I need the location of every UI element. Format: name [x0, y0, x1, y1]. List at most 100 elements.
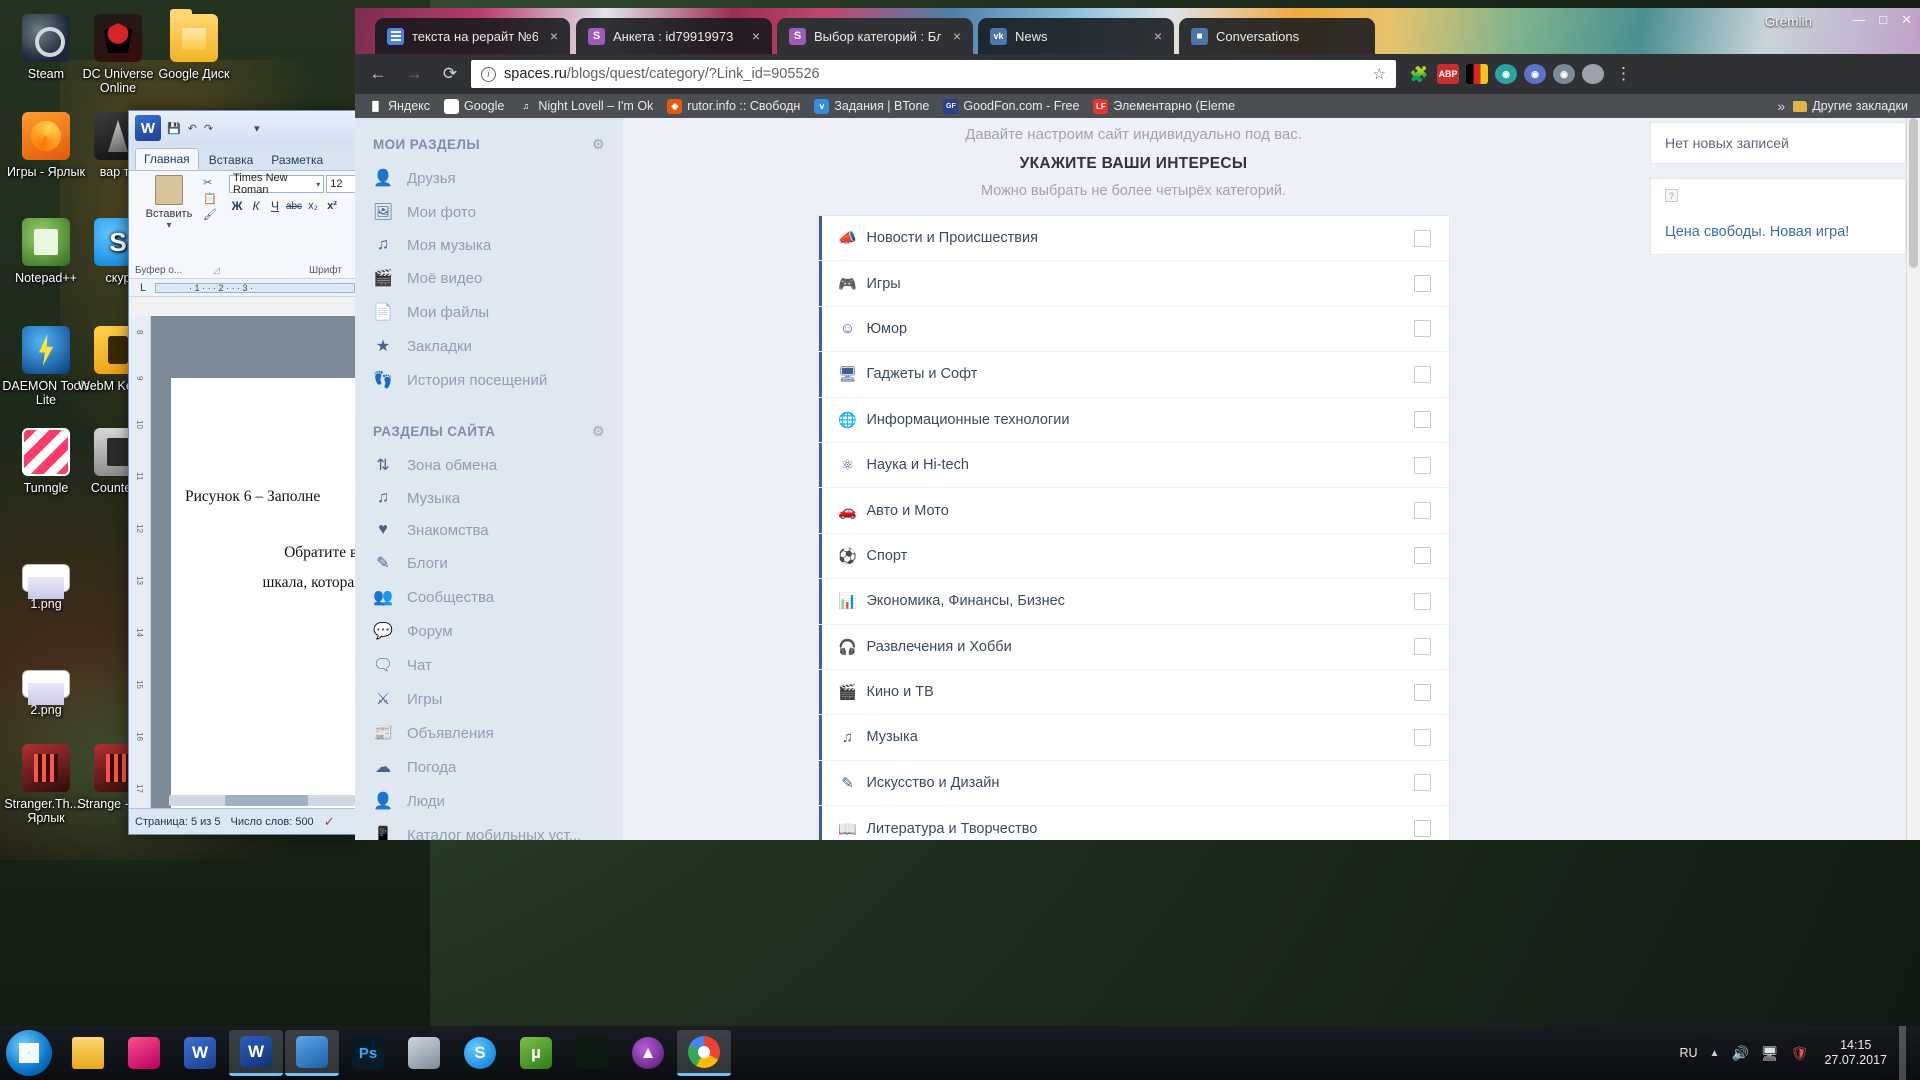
show-hidden-icons-button[interactable]: ▲	[1710, 1048, 1720, 1059]
bookmark-google[interactable]: G Google	[437, 95, 511, 117]
taskbar-utorrent[interactable]: µ	[509, 1030, 563, 1076]
taskbar-triangle-app[interactable]: ▲	[621, 1030, 675, 1076]
show-desktop-button[interactable]	[1899, 1026, 1906, 1080]
tab-glavnaya[interactable]: Главная	[135, 148, 199, 170]
word-horizontal-scrollbar[interactable]	[169, 795, 355, 806]
strikethrough-button[interactable]: abc	[286, 198, 302, 214]
language-indicator[interactable]: RU	[1679, 1046, 1697, 1060]
gear-icon[interactable]: ⚙	[592, 423, 605, 440]
category-checkbox[interactable]	[1413, 638, 1431, 656]
bookmark-yandex[interactable]: █ Яндекс	[361, 95, 437, 117]
tab-stop-selector[interactable]: L	[131, 282, 155, 294]
browser-menu-button[interactable]: ⋮	[1611, 64, 1636, 84]
close-icon[interactable]: ×	[949, 29, 965, 43]
font-size-select[interactable]: 12	[326, 175, 357, 193]
gear-icon[interactable]: ⚙	[592, 136, 605, 153]
category-checkbox[interactable]	[1413, 456, 1431, 474]
bookmark-goodfon[interactable]: GF GoodFon.com - Free	[936, 95, 1086, 117]
bold-button[interactable]: Ж	[229, 198, 245, 214]
category-sport[interactable]: ⚽ Спорт	[818, 533, 1449, 580]
category-gadzhety[interactable]: 🖥 Гаджеты и Софт	[818, 352, 1449, 398]
web-page-viewport[interactable]: МОИ РАЗДЕЛЫ ⚙ 👤 Друзья 🖼 Мои фото ♫ Моя муз…	[355, 118, 1920, 840]
extension-avatar-icon[interactable]	[1582, 64, 1604, 84]
copy-icon[interactable]: 📋	[203, 193, 217, 205]
sidebar-item-forum[interactable]: 💬 Форум	[355, 614, 623, 648]
category-kino[interactable]: 🎬 Кино и ТВ	[818, 669, 1449, 716]
customize-qat-icon[interactable]: ▾	[254, 122, 260, 135]
minimize-button[interactable]: —	[1852, 12, 1865, 28]
reload-button[interactable]: ⟳	[435, 59, 465, 89]
sidebar-item-moya-muzyka[interactable]: ♫ Моя музыка	[355, 229, 623, 261]
extension-gray-icon[interactable]: ◉	[1553, 64, 1575, 84]
category-ekonomika[interactable]: 📊 Экономика, Финансы, Бизнес	[818, 579, 1449, 625]
format-painter-icon[interactable]: 🖌	[203, 209, 217, 221]
tab-vybor-kategoriy[interactable]: S Выбор категорий : Блог ×	[777, 18, 973, 54]
browser-navigation-bar[interactable]: ← → ⟳ i spaces.ru/blogs/quest/category/?…	[355, 54, 1920, 94]
category-checkbox[interactable]	[1413, 365, 1431, 383]
close-button[interactable]: ✕	[1901, 12, 1912, 28]
sidebar-item-istoriya[interactable]: 👣 История посещений	[355, 363, 623, 397]
sidebar-item-igry[interactable]: ⚔ Игры	[355, 682, 623, 716]
close-icon[interactable]: ×	[546, 29, 562, 43]
sidebar-item-druzya[interactable]: 👤 Друзья	[355, 161, 623, 195]
category-checkbox[interactable]	[1413, 592, 1431, 610]
sidebar-item-katalog[interactable]: 📱 Каталог мобильных уст...	[355, 818, 623, 841]
extensions-bar[interactable]: 🧩 ABP ◉ ◉ ◉ ⋮	[1402, 64, 1636, 84]
category-checkbox[interactable]	[1413, 275, 1431, 293]
tab-anketa[interactable]: S Анкета : id79919973 ×	[576, 18, 772, 54]
word-page[interactable]: Рисунок 6 – Заполне Обратите вни шкала, …	[171, 378, 359, 808]
taskbar-chrome[interactable]	[677, 1030, 731, 1076]
taskbar-terminal[interactable]	[565, 1030, 619, 1076]
category-checkbox[interactable]	[1413, 683, 1431, 701]
tab-text-rewrite[interactable]: текста на рерайт №6 - G ×	[375, 18, 570, 54]
extension-blue-icon[interactable]: ◉	[1524, 64, 1546, 84]
category-checkbox[interactable]	[1413, 728, 1431, 746]
taskbar-word-1[interactable]: W	[173, 1030, 227, 1076]
font-name-select[interactable]: Times New Roman ▾	[229, 172, 325, 196]
undo-icon[interactable]: ↶	[188, 122, 197, 135]
paste-dropdown-icon[interactable]: ▾	[135, 220, 203, 231]
sidebar-item-obyavleniya[interactable]: 📰 Объявления	[355, 716, 623, 750]
underline-button[interactable]: Ч	[267, 198, 283, 214]
bookmarks-bar[interactable]: █ Яндекс G Google ♫ Night Lovell – I'm Ok ◆…	[355, 94, 1920, 118]
superscript-button[interactable]: x²	[324, 198, 340, 214]
sidebar-item-zakladki[interactable]: ★ Закладки	[355, 329, 623, 363]
cut-icon[interactable]: ✂	[203, 177, 212, 189]
sidebar-item-lyudi[interactable]: 👤 Люди	[355, 784, 623, 818]
word-document-text[interactable]: Рисунок 6 – Заполне Обратите вни шкала, …	[185, 482, 359, 598]
sidebar-item-zona-obmena[interactable]: ⇅ Зона обмена	[355, 448, 623, 482]
category-checkbox[interactable]	[1413, 547, 1431, 565]
taskbar-monitor[interactable]	[397, 1030, 451, 1076]
system-tray[interactable]: RU ▲ 🔊 🖥 🛡 14:15 27.07.2017	[1679, 1026, 1914, 1080]
bookmark-rutor-info[interactable]: ◆ rutor.info :: Свободн	[660, 95, 807, 117]
category-checkbox[interactable]	[1413, 411, 1431, 429]
promo-link[interactable]: Цена свободы. Новая игра!	[1665, 202, 1891, 240]
word-titlebar[interactable]: W 💾 ↶ ↷ ▾	[129, 111, 359, 145]
tab-razmetka[interactable]: Разметка	[263, 150, 331, 170]
category-checkbox[interactable]	[1413, 229, 1431, 247]
taskbar-skype[interactable]: S	[453, 1030, 507, 1076]
word-quick-access-toolbar[interactable]: 💾 ↶ ↷ ▾	[167, 122, 260, 135]
bookmark-elementarno[interactable]: LF Элементарно (Eleme	[1086, 95, 1242, 117]
word-window[interactable]: W 💾 ↶ ↷ ▾ Главная Вставка Разметка Встав…	[128, 110, 360, 835]
taskbar-explorer[interactable]	[61, 1030, 115, 1076]
chrome-browser-window[interactable]: текста на рерайт №6 - G × S Анкета : id7…	[355, 8, 1920, 840]
windows-taskbar[interactable]: W W Ps S µ ▲ RU ▲ 🔊 🖥 🛡 14:15 27.07.2017	[0, 1026, 1920, 1080]
desktop-icon-2-png[interactable]: 2.png	[0, 658, 92, 717]
extension-adblock-icon[interactable]: ABP	[1437, 64, 1459, 84]
redo-icon[interactable]: ↷	[204, 122, 213, 135]
promo-card[interactable]: ? Цена свободы. Новая игра!	[1650, 178, 1906, 255]
sidebar-item-znakomstva[interactable]: ♥ Знакомства	[355, 514, 623, 546]
category-razvlecheniya[interactable]: 🎧 Развлечения и Хобби	[818, 624, 1449, 670]
sidebar-item-moe-video[interactable]: 🎬 Моё видео	[355, 261, 623, 295]
bookmark-zadaniya-btope[interactable]: v Задания | BTone	[807, 95, 936, 117]
sidebar-item-muzyka[interactable]: ♫ Музыка	[355, 482, 623, 514]
word-document-area[interactable]: 8 9 10 11 12 13 14 15 16 17 18 Рисунок 6…	[129, 316, 359, 808]
taskbar-paint[interactable]	[285, 1030, 339, 1076]
sidebar-item-chat[interactable]: 🗨 Чат	[355, 648, 623, 682]
word-ribbon-tabs[interactable]: Главная Вставка Разметка	[129, 145, 359, 171]
extension-teal-icon[interactable]: ◉	[1495, 64, 1517, 84]
extension-puzzle-icon[interactable]: 🧩	[1408, 64, 1430, 84]
italic-button[interactable]: К	[248, 198, 264, 214]
sidebar-item-moi-foto[interactable]: 🖼 Мои фото	[355, 195, 623, 229]
